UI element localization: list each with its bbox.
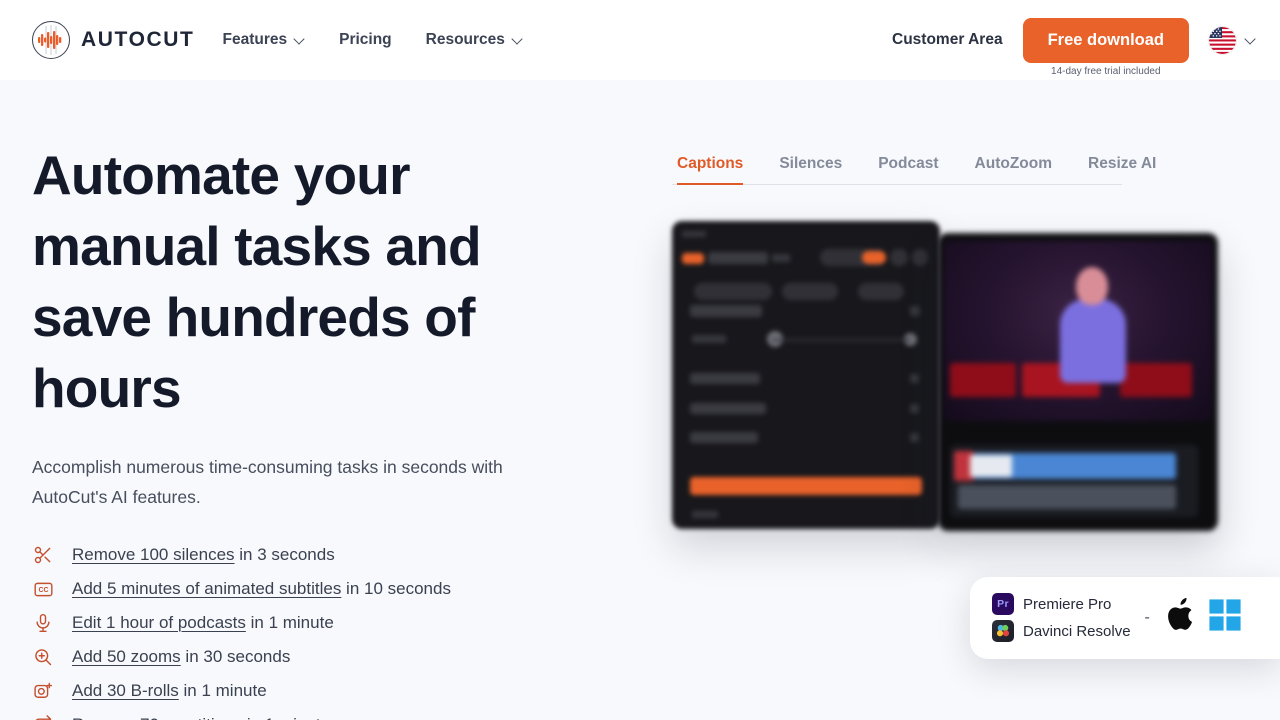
nav-item-pricing[interactable]: Pricing [337,25,394,55]
app-name: Davinci Resolve [1023,622,1131,640]
brand-name: AUTOCUT [81,28,195,51]
feature-link[interactable]: Remove 100 silences [72,545,235,564]
hero-section: Automate your manual tasks and save hund… [0,80,1280,720]
app-name: Premiere Pro [1023,595,1112,613]
feature-text: Edit 1 hour of podcasts in 1 minute [72,613,334,633]
feature-text: Remove 70 repetitions in 1 minute [72,715,330,720]
supported-os [1164,595,1242,640]
zoom-in-icon [32,646,54,668]
site-header: AUTOCUT Features Pricing Resources Custo… [0,0,1280,80]
list-item[interactable]: Edit 1 hour of podcasts in 1 minute [32,606,632,640]
apple-logo-icon [1164,595,1198,640]
autocut-settings-panel-screenshot [672,220,940,529]
list-item[interactable]: Add 30 B-rolls in 1 minute [32,674,632,708]
us-flag-icon [1209,26,1236,54]
header-actions: Customer Area Free download 14-day free … [892,17,1256,77]
nav-label-features: Features [222,31,288,48]
tab-captions[interactable]: Captions [677,155,744,185]
feature-link[interactable]: Add 30 B-rolls [72,681,179,700]
feature-text: Add 30 B-rolls in 1 minute [72,681,267,701]
feature-link[interactable]: Edit 1 hour of podcasts [72,613,246,632]
video-preview-panel-screenshot [938,232,1218,531]
chevron-down-icon [1245,34,1256,45]
nav-label-resources: Resources [425,31,505,48]
free-trial-note: 14-day free trial included [1051,65,1161,77]
page-title: Automate your manual tasks and save hund… [32,144,482,419]
language-selector[interactable] [1209,26,1256,54]
nav-item-resources[interactable]: Resources [424,25,525,55]
chevron-down-icon [294,34,305,45]
nav-label-pricing: Pricing [339,31,392,48]
customer-area-link[interactable]: Customer Area [892,31,1003,49]
autocut-waveform-logo-icon [32,21,70,59]
feature-link[interactable]: Add 5 minutes of animated subtitles [72,579,341,598]
free-download-cta: Free download 14-day free trial included [1022,17,1189,77]
feature-link[interactable]: Add 50 zooms [72,647,181,666]
camera-plus-icon [32,680,54,702]
feature-suffix: in 3 seconds [234,545,335,564]
svg-text:CC: CC [38,587,48,594]
feature-suffix: in 30 seconds [180,647,291,666]
feature-suffix: in 1 minute [245,613,334,632]
feature-text: Remove 100 silences in 3 seconds [72,545,335,565]
compatibility-card: Pr Premiere Pro Davinci Resolve - [970,576,1280,659]
list-item[interactable]: CC Add 5 minutes of animated subtitles i… [32,572,632,606]
feature-text: Add 50 zooms in 30 seconds [72,647,290,667]
list-item[interactable]: Remove 100 silences in 3 seconds [32,538,632,572]
supported-apps: Pr Premiere Pro Davinci Resolve [992,593,1131,642]
brand-logo-link[interactable]: AUTOCUT [32,21,194,59]
chevron-down-icon [512,34,523,45]
hero-demo: Captions Silences Podcast AutoZoom Resiz… [672,140,1280,720]
microphone-icon [32,612,54,634]
tab-podcast[interactable]: Podcast [878,155,938,185]
repeat-icon [32,714,54,720]
feature-suffix: in 1 minute [178,681,267,700]
windows-logo-icon [1208,598,1242,637]
hero-copy: Automate your manual tasks and save hund… [32,140,632,720]
list-item[interactable]: Add 50 zooms in 30 seconds [32,640,632,674]
hero-subheading: Accomplish numerous time-consuming tasks… [32,457,503,507]
tab-resize-ai[interactable]: Resize AI [1088,155,1156,185]
list-item[interactable]: Remove 70 repetitions in 1 minute [32,708,632,720]
demo-screenshot-group: Pr Premiere Pro Davinci Resolve - [672,220,1280,659]
premiere-pro-icon: Pr [992,593,1014,615]
tab-silences[interactable]: Silences [779,155,842,185]
davinci-resolve-icon [992,620,1014,642]
feature-text: Add 5 minutes of animated subtitles in 1… [72,579,451,599]
closed-captions-icon: CC [32,578,54,600]
app-davinci-resolve: Davinci Resolve [992,620,1131,642]
app-premiere-pro: Pr Premiere Pro [992,593,1131,615]
feature-suffix: in 10 seconds [341,579,451,598]
free-download-button[interactable]: Free download [1022,17,1189,63]
tab-autozoom[interactable]: AutoZoom [975,155,1052,185]
feature-tabs: Captions Silences Podcast AutoZoom Resiz… [672,155,1156,185]
compat-separator: - [1144,608,1150,626]
feature-benefit-list: Remove 100 silences in 3 seconds CC Add … [32,538,632,720]
scissors-icon [32,544,54,566]
feature-link[interactable]: Remove 70 repetitions [72,715,242,720]
feature-suffix: in 1 minute [242,715,330,720]
nav-item-features[interactable]: Features [220,25,307,55]
main-navigation: Features Pricing Resources [220,25,524,55]
